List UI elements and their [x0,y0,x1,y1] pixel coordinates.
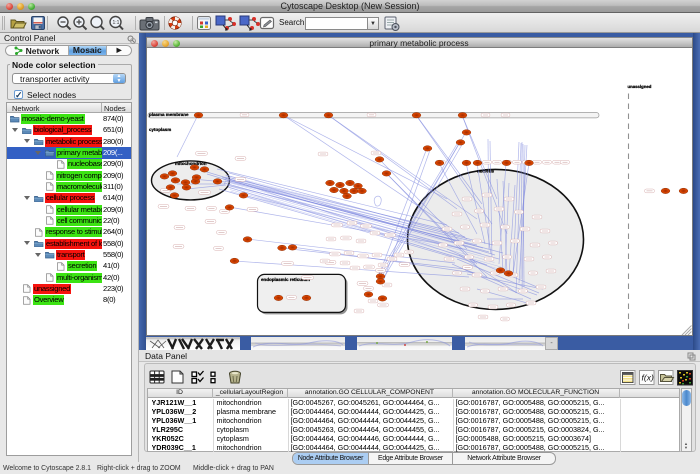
svg-text:plasma membrane: plasma membrane [149,111,189,116]
svg-text:1:1: 1:1 [113,20,120,26]
svg-text:f(x): f(x) [642,372,654,382]
svg-text:unassigned: unassigned [627,83,651,88]
svg-text:cytoplasm: cytoplasm [149,126,171,131]
